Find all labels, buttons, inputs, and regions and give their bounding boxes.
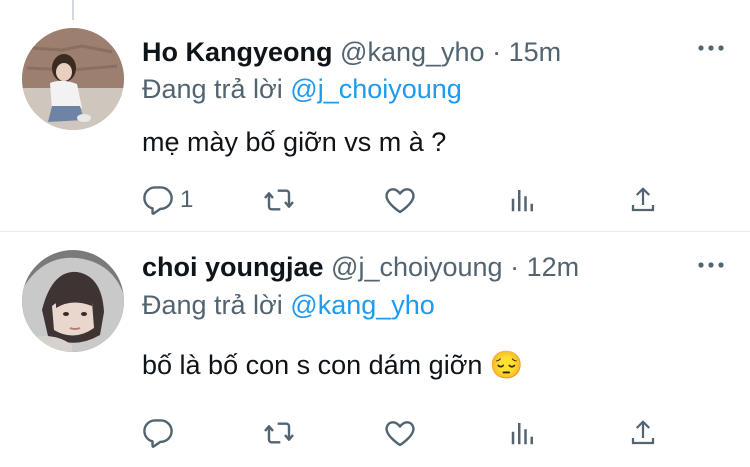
reply-icon: [143, 419, 173, 448]
more-horizontal-icon[interactable]: [696, 38, 726, 58]
timestamp[interactable]: 15m: [509, 37, 562, 67]
tweet-header: Ho Kangyeong @kang_yho · 15m: [142, 36, 561, 68]
share-icon: [631, 187, 655, 212]
share-icon: [631, 420, 655, 445]
tweet-text: mẹ mày bố giỡn vs m à ?: [142, 127, 447, 157]
separator-dot: ·: [510, 252, 520, 282]
replying-to-label: Đang trả lời: [142, 290, 283, 320]
tweet[interactable]: choi youngjae @j_choiyoung · 12m Đang tr…: [0, 233, 750, 466]
avatar[interactable]: [22, 250, 124, 352]
heart-icon: [385, 421, 415, 447]
analytics-icon: [511, 423, 533, 445]
analytics-icon: [511, 190, 533, 212]
heart-icon: [385, 188, 415, 214]
retweet-icon: [264, 422, 294, 444]
replying-to-label: Đang trả lời: [142, 74, 283, 104]
retweet-icon: [264, 189, 294, 211]
tweet-text: bố là bố con s con dám giỡn 😔: [142, 350, 524, 380]
tweet[interactable]: Ho Kangyeong @kang_yho · 15m Đang trả lờ…: [0, 0, 750, 233]
retweet-button[interactable]: [262, 180, 296, 220]
more-horizontal-icon[interactable]: [696, 255, 726, 275]
analytics-button[interactable]: [508, 180, 538, 220]
retweet-button[interactable]: [262, 413, 296, 453]
reply-button[interactable]: 1: [142, 180, 193, 220]
tweet-header: choi youngjae @j_choiyoung · 12m: [142, 251, 579, 283]
timestamp[interactable]: 12m: [527, 252, 580, 282]
tweet-actions: 1: [142, 180, 702, 220]
analytics-button[interactable]: [508, 413, 538, 453]
replying-to: Đang trả lời @j_choiyoung: [142, 72, 462, 106]
share-button[interactable]: [628, 180, 658, 220]
like-button[interactable]: [384, 180, 416, 220]
display-name[interactable]: choi youngjae: [142, 252, 324, 282]
tweet-divider: [0, 231, 750, 232]
reply-count: 1: [180, 186, 194, 213]
separator-dot: ·: [492, 37, 502, 67]
share-button[interactable]: [628, 413, 658, 453]
replying-to-handle[interactable]: @j_choiyoung: [290, 74, 462, 104]
user-handle[interactable]: @j_choiyoung: [331, 252, 503, 282]
like-button[interactable]: [384, 413, 416, 453]
reply-button[interactable]: [142, 413, 180, 453]
replying-to-handle[interactable]: @kang_yho: [290, 290, 435, 320]
avatar[interactable]: [22, 28, 124, 130]
tweet-actions: [142, 413, 702, 453]
replying-to: Đang trả lời @kang_yho: [142, 288, 435, 322]
display-name[interactable]: Ho Kangyeong: [142, 37, 333, 67]
user-handle[interactable]: @kang_yho: [340, 37, 485, 67]
reply-icon: [143, 186, 173, 215]
